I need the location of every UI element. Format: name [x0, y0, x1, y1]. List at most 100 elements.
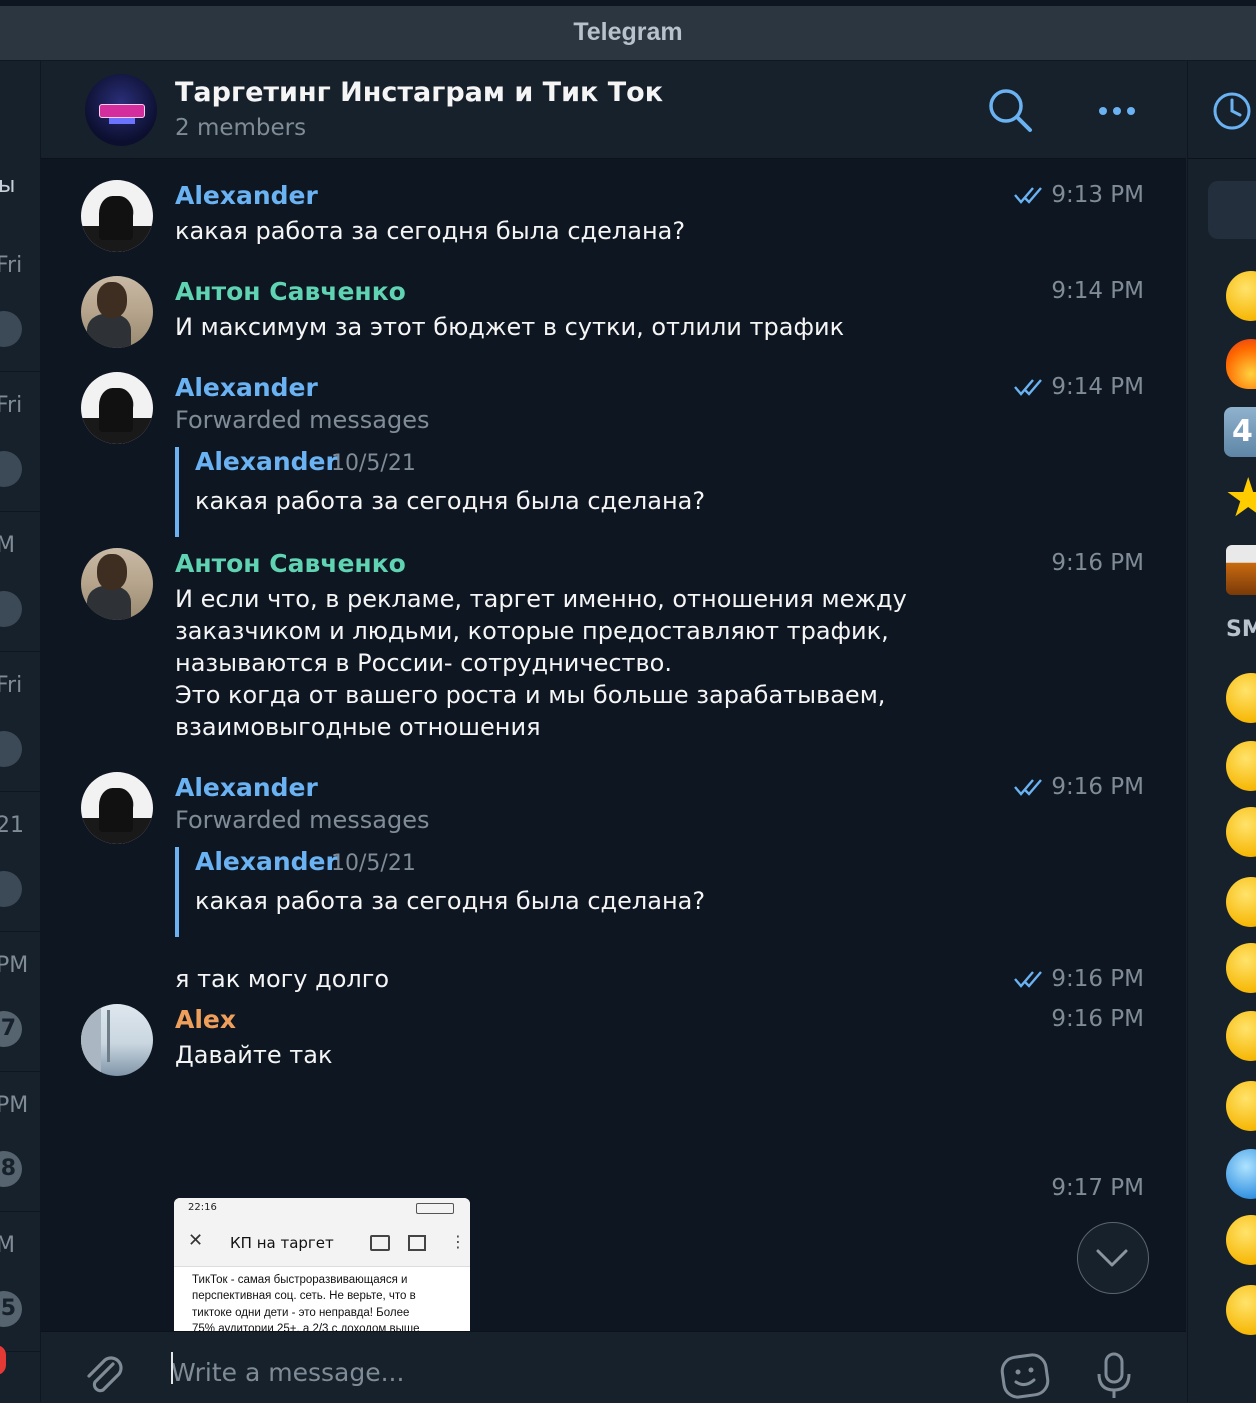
forwarded-text: какая работа за сегодня была сделана?	[195, 887, 706, 915]
group-avatar[interactable]	[85, 74, 157, 146]
unread-badge: 7	[0, 1011, 22, 1047]
message-text: И максимум за этот бюджет в сутки, отлил…	[175, 313, 845, 341]
forwarded-quote[interactable]: Alexander 10/5/21 какая работа за сегодн…	[175, 847, 879, 937]
crying-emoji[interactable]	[1226, 741, 1256, 791]
forwarded-author[interactable]: Alexander	[195, 847, 338, 876]
avatar[interactable]	[81, 772, 153, 844]
chat-list-date: 21	[0, 813, 24, 838]
whisky-emoji[interactable]	[1226, 545, 1256, 595]
chat-list-item[interactable]: PM 8	[0, 1071, 40, 1212]
chat-list-item[interactable]: M 5	[0, 1211, 40, 1352]
message-list[interactable]: Alexander 9:13 PM какая работа за сегодн…	[41, 159, 1186, 1331]
grinning-emoji[interactable]	[1226, 673, 1256, 723]
sobbing-emoji[interactable]	[1226, 1081, 1256, 1131]
image-status-bar: 22:16	[174, 1198, 470, 1220]
heart-eyes-emoji[interactable]	[1226, 807, 1256, 857]
read-check-icon	[1014, 379, 1042, 396]
text-caret	[171, 1352, 173, 1384]
chat-list-date: PM	[0, 1093, 29, 1118]
chat-list-item[interactable]: 21	[0, 791, 40, 932]
star-struck-emoji[interactable]	[1226, 943, 1256, 993]
message-time: 9:16 PM	[1051, 774, 1144, 800]
chat-list-fragment: ы	[0, 173, 15, 198]
attach-icon[interactable]	[79, 1350, 127, 1398]
close-icon: ✕	[188, 1230, 204, 1251]
message-time: 9:17 PM	[1051, 1175, 1144, 1201]
message-author[interactable]: Антон Савченко	[175, 549, 406, 578]
fire-emoji[interactable]	[1226, 339, 1256, 389]
emoji-panel[interactable]: 4 ★ SM	[1187, 61, 1256, 1402]
message-text: какая работа за сегодня была сделана?	[175, 217, 686, 245]
star-emoji[interactable]: ★	[1224, 471, 1256, 525]
avatar[interactable]	[81, 372, 153, 444]
chat-list-date: Fri	[0, 253, 23, 278]
chat-list-date: Fri	[0, 673, 23, 698]
chat-title[interactable]: Таргетинг Инстаграм и Тик Ток	[175, 77, 663, 108]
chat-list-date: PM	[0, 953, 29, 978]
avatar-logo-sub	[109, 118, 135, 124]
chat-list-item[interactable]: Fri	[0, 371, 40, 512]
pin-icon	[0, 591, 22, 627]
message-time: 9:16 PM	[1051, 1006, 1144, 1032]
message-author[interactable]: Alexander	[175, 181, 318, 210]
search-icon[interactable]	[987, 87, 1033, 133]
number-emoji[interactable]: 4	[1224, 407, 1256, 457]
image-doc-title: КП на таргет	[230, 1234, 334, 1252]
microphone-icon[interactable]	[1093, 1352, 1135, 1400]
chat-list-item[interactable]: Fri	[0, 651, 40, 792]
image-app-bar: ✕ КП на таргет ⋮	[174, 1220, 470, 1267]
confused-emoji[interactable]	[1226, 1011, 1256, 1061]
chat-list-date: M	[0, 1233, 15, 1258]
image-status-time: 22:16	[188, 1202, 217, 1213]
avatar[interactable]	[81, 1004, 153, 1076]
forwarded-label: Forwarded messages	[175, 806, 430, 834]
avatar[interactable]	[81, 548, 153, 620]
more-icon: ⋮	[450, 1232, 466, 1251]
scroll-down-button[interactable]	[1077, 1222, 1149, 1294]
forwarded-label: Forwarded messages	[175, 406, 430, 434]
chat-header[interactable]: Таргетинг Инстаграм и Тик Ток 2 members	[41, 61, 1186, 159]
more-icon[interactable]	[1095, 91, 1139, 131]
pin-icon	[0, 871, 22, 907]
cold-face-emoji[interactable]	[1226, 1149, 1256, 1199]
image-doc-body: ТикТок - самая быстроразвивающаяся и пер…	[192, 1274, 420, 1331]
avatar-logo	[99, 104, 145, 118]
chat-list-item[interactable]: Fri	[0, 231, 40, 372]
pin-icon	[0, 311, 22, 347]
message-author[interactable]: Антон Савченко	[175, 277, 406, 306]
chat-list-pane[interactable]: ы Fri Fri M Fri 21 PM 7 PM 8 M 5	[0, 61, 41, 1402]
message-time: 9:14 PM	[1051, 374, 1144, 400]
thumbs-up-emoji[interactable]	[1226, 271, 1256, 321]
hushed-emoji[interactable]	[1226, 1285, 1256, 1335]
chat-list-item[interactable]: PM 7	[0, 931, 40, 1072]
forwarded-date: 10/5/21	[331, 851, 416, 876]
emoji-search-field[interactable]	[1208, 181, 1256, 239]
emoji-section-label: SM	[1226, 617, 1256, 642]
message-author[interactable]: Alexander	[175, 373, 318, 402]
hand-over-mouth-emoji[interactable]	[1226, 1215, 1256, 1265]
read-check-icon	[1014, 187, 1042, 204]
unread-badge: 5	[0, 1291, 22, 1327]
message-author[interactable]: Alex	[175, 1005, 236, 1034]
avatar[interactable]	[81, 180, 153, 252]
chat-list-item[interactable]: M	[0, 511, 40, 652]
chat-list-date: Fri	[0, 393, 23, 418]
sticker-icon[interactable]	[999, 1352, 1053, 1400]
chat-list-date: M	[0, 533, 15, 558]
read-check-icon	[1014, 779, 1042, 796]
forwarded-text: какая работа за сегодня была сделана?	[195, 487, 706, 515]
tongue-emoji[interactable]	[1226, 877, 1256, 927]
image-attachment[interactable]: 22:16 ✕ КП на таргет ⋮ ТикТок - самая бы…	[174, 1198, 470, 1331]
chevron-down-icon	[1096, 1249, 1128, 1267]
forwarded-date: 10/5/21	[331, 451, 416, 476]
message-text: И если что, в рекламе, таргет именно, от…	[175, 585, 907, 741]
chat-members-count: 2 members	[175, 115, 307, 141]
message-input[interactable]	[171, 1352, 971, 1392]
forwarded-author[interactable]: Alexander	[195, 447, 338, 476]
clock-icon[interactable]	[1212, 91, 1252, 131]
message-author[interactable]: Alexander	[175, 773, 318, 802]
pin-icon	[0, 731, 22, 767]
avatar[interactable]	[81, 276, 153, 348]
forwarded-quote[interactable]: Alexander 10/5/21 какая работа за сегодн…	[175, 447, 879, 537]
window-titlebar: Telegram	[0, 6, 1256, 61]
